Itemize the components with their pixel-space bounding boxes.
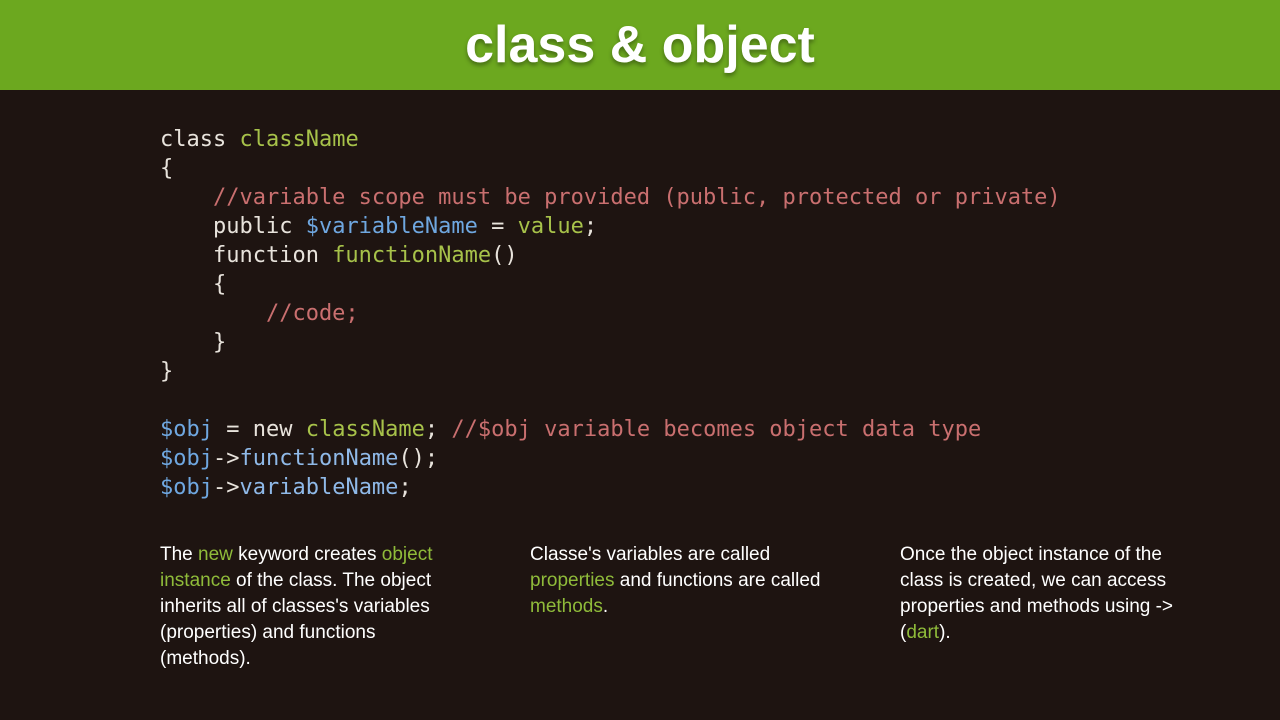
code-text: -> [213, 475, 240, 500]
code-text: (); [398, 446, 438, 471]
code-text: className [239, 127, 358, 152]
highlight: properties [530, 570, 615, 591]
code-text: class [160, 127, 239, 152]
code-text: { [160, 156, 173, 181]
code-text: = new [213, 417, 306, 442]
text: The [160, 544, 198, 565]
code-text: public [160, 214, 306, 239]
code-text: = [478, 214, 518, 239]
code-text: () [491, 243, 518, 268]
code-text: ; [425, 417, 452, 442]
code-text: $obj [160, 446, 213, 471]
text: keyword creates [233, 544, 382, 565]
code-text: } [160, 359, 173, 384]
code-text: ; [398, 475, 411, 500]
code-text: className [306, 417, 425, 442]
text: . [603, 596, 608, 617]
code-text: $obj [160, 417, 213, 442]
explanation-col-3: Once the object instance of the class is… [900, 542, 1210, 672]
explanation-row: The new keyword creates object instance … [0, 502, 1280, 672]
code-text: -> [213, 446, 240, 471]
highlight: new [198, 544, 233, 565]
code-text: ; [584, 214, 597, 239]
page-title: class & object [465, 15, 815, 75]
highlight: dart [906, 622, 939, 643]
code-comment: //code; [160, 301, 359, 326]
explanation-col-1: The new keyword creates object instance … [160, 542, 470, 672]
header: class & object [0, 0, 1280, 90]
code-text: functionName [332, 243, 491, 268]
explanation-col-2: Classe's variables are called properties… [530, 542, 840, 672]
code-text: { [160, 272, 226, 297]
text: ). [939, 622, 951, 643]
text: Classe's variables are called [530, 544, 770, 565]
code-text: $obj [160, 475, 213, 500]
code-block: class className { //variable scope must … [0, 90, 1280, 502]
highlight: methods [530, 596, 603, 617]
code-text: functionName [239, 446, 398, 471]
code-text: value [518, 214, 584, 239]
code-text: variableName [239, 475, 398, 500]
code-text: function [160, 243, 332, 268]
code-text: $variableName [306, 214, 478, 239]
code-comment: //$obj variable becomes object data type [451, 417, 981, 442]
code-text: } [160, 330, 226, 355]
text: and functions are called [615, 570, 821, 591]
code-comment: //variable scope must be provided (publi… [160, 185, 1061, 210]
